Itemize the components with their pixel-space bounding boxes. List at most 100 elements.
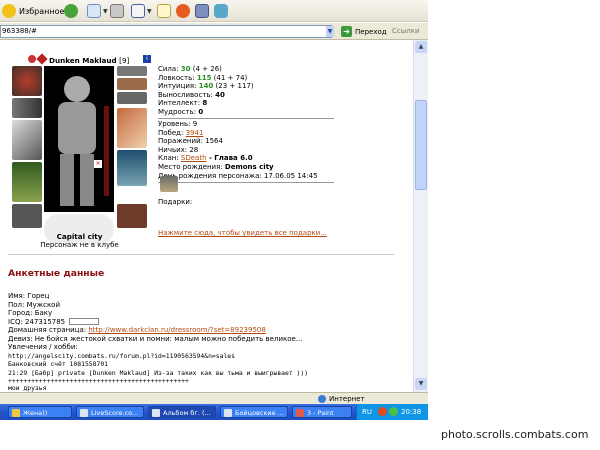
armor-slot[interactable] — [12, 162, 42, 202]
gift-icon[interactable] — [160, 176, 178, 192]
gifts-link[interactable]: Нажмите сюда, чтобы увидеть все подарки.… — [158, 229, 327, 238]
clan-link[interactable]: SDeath — [181, 154, 207, 162]
profile-gender: Пол: Мужской — [8, 300, 61, 309]
go-button[interactable]: ➜ Переход — [341, 25, 387, 38]
birthday-info: День рождения персонажа: 17.06.05 14:45 — [158, 171, 318, 180]
homepage-link[interactable]: http://www.darkclan.ru/dressroom/?set=89… — [88, 326, 265, 334]
watermark: photo.scrolls.combats.com — [441, 428, 589, 441]
ring-slot-1[interactable] — [117, 66, 147, 76]
favorites-label: Избранное — [19, 6, 65, 16]
hp-bar — [104, 106, 109, 196]
belt-slot[interactable] — [12, 204, 42, 228]
stat-strength: Сила: 30 (4 + 26) — [158, 65, 222, 73]
clock: 20:38 — [401, 408, 422, 416]
print-button[interactable] — [110, 3, 124, 19]
screenshot: Избранное ▼ ▼ 963388/# ▼ ➜ Переход Ссылк… — [0, 0, 600, 450]
chevron-down-icon[interactable]: ▼ — [326, 26, 334, 37]
paint-icon — [296, 409, 304, 417]
taskbar-item[interactable]: Альбом бг. (... — [148, 406, 216, 418]
globe-icon — [318, 395, 326, 403]
taskbar-item[interactable]: 3 - Paint — [292, 406, 352, 418]
links-button[interactable]: Ссылки — [392, 25, 420, 38]
scrollbar-thumb[interactable] — [415, 100, 427, 190]
profile-name: Имя: Горец — [8, 292, 50, 300]
character-avatar: × — [44, 66, 114, 212]
profile-town: Город: Баку — [8, 309, 53, 317]
stat-intuition: Интуиция: 140 (23 + 117) — [158, 82, 254, 91]
wins-info: Побед: 3941 — [158, 128, 204, 137]
network-icon — [214, 4, 228, 18]
browser-window: Избранное ▼ ▼ 963388/# ▼ ➜ Переход Ссылк… — [0, 0, 428, 420]
star-icon — [2, 4, 16, 18]
character-name-text: Dunken Maklaud — [49, 56, 117, 65]
mail-button[interactable]: ▼ — [87, 3, 108, 19]
browser-icon — [152, 409, 160, 417]
word-icon — [131, 4, 145, 18]
messenger-button[interactable] — [176, 3, 190, 19]
language-indicator[interactable]: RU — [362, 406, 372, 418]
page-content: Dunken Maklaud [9] i × Capital city Перс… — [0, 40, 413, 392]
character-name: Dunken Maklaud [9] — [49, 56, 129, 65]
taskbar: Жена)) LiveScore.co... Альбом бг. (... Б… — [0, 404, 428, 420]
browser-toolbar: Избранное ▼ ▼ — [0, 0, 428, 22]
edit-button[interactable]: ▼ — [131, 3, 152, 19]
bracers-slot[interactable] — [12, 98, 42, 118]
stat-agility: Ловкость: 115 (41 + 74) — [158, 73, 248, 82]
questionnaire-heading: Анкетные данные — [8, 268, 105, 279]
profile-hobbies: Увлечения / хобби: — [8, 343, 78, 351]
losses-info: Поражений: 1564 — [158, 137, 223, 146]
favorites-button[interactable]: Избранное — [2, 3, 64, 19]
club-status: Персонаж не в клубе — [40, 241, 119, 249]
printer-icon — [110, 4, 124, 18]
at-sign-icon — [176, 4, 190, 18]
browser-icon — [80, 409, 88, 417]
network-button[interactable] — [214, 3, 228, 19]
chevron-down-icon: ▼ — [103, 7, 108, 15]
close-icon[interactable]: × — [94, 160, 102, 168]
vertical-scrollbar[interactable]: ▲ ▼ — [413, 40, 428, 392]
divider — [8, 254, 394, 255]
research-icon — [195, 4, 209, 18]
leggings-slot[interactable] — [117, 150, 147, 186]
research-button[interactable] — [195, 3, 209, 19]
wins-link[interactable]: 3941 — [186, 129, 204, 137]
stat-intellect: Интеллект: 8 — [158, 99, 208, 108]
ring-slot-2[interactable] — [117, 78, 147, 90]
boots-slot[interactable] — [117, 204, 147, 228]
icq-status-box — [69, 318, 100, 325]
taskbar-item[interactable]: Бойцовские ... — [220, 406, 288, 418]
discuss-button[interactable] — [157, 3, 171, 19]
go-label: Переход — [355, 27, 387, 36]
history-button[interactable] — [64, 3, 78, 19]
profile-motto: Девиз: Не бойся жестокой схватки и помни… — [8, 334, 303, 343]
clan-info: Клан: SDeath - Глава 6.0 — [158, 154, 253, 163]
tray-app-icon[interactable] — [378, 407, 387, 416]
info-icon[interactable]: i — [143, 55, 151, 63]
security-zone: Интернет — [318, 394, 365, 404]
character-level: [9] — [119, 56, 130, 65]
taskbar-item[interactable]: LiveScore.co... — [76, 406, 144, 418]
draws-info: Ничьих: 28 — [158, 145, 199, 154]
tray-app-icon[interactable] — [389, 407, 398, 416]
chevron-up-icon[interactable]: ▲ — [415, 41, 427, 53]
equipment-panel: × — [8, 66, 151, 246]
weapon-slot[interactable] — [12, 120, 42, 160]
zone-label: Интернет — [329, 395, 365, 403]
helmet-slot[interactable] — [12, 66, 42, 96]
history-icon — [64, 4, 78, 18]
city-name: Capital city — [56, 232, 103, 241]
address-input[interactable]: 963388/# — [0, 25, 332, 38]
offhand-slot[interactable] — [117, 108, 147, 148]
gifts-label: Подарки: — [158, 198, 193, 206]
address-bar: 963388/# ▼ ➜ Переход Ссылки — [0, 23, 428, 40]
chevron-down-icon[interactable]: ▼ — [415, 378, 427, 390]
discuss-icon — [157, 4, 171, 18]
ring-slot-3[interactable] — [117, 92, 147, 104]
taskbar-item[interactable]: Жена)) — [8, 406, 72, 418]
clan-emblem-icon — [28, 55, 36, 63]
divider — [158, 118, 334, 119]
stat-endurance: Выносливость: 40 — [158, 90, 225, 99]
alignment-icon — [36, 53, 48, 65]
browser-icon — [224, 409, 232, 417]
stat-wisdom: Мудрость: 0 — [158, 108, 204, 116]
